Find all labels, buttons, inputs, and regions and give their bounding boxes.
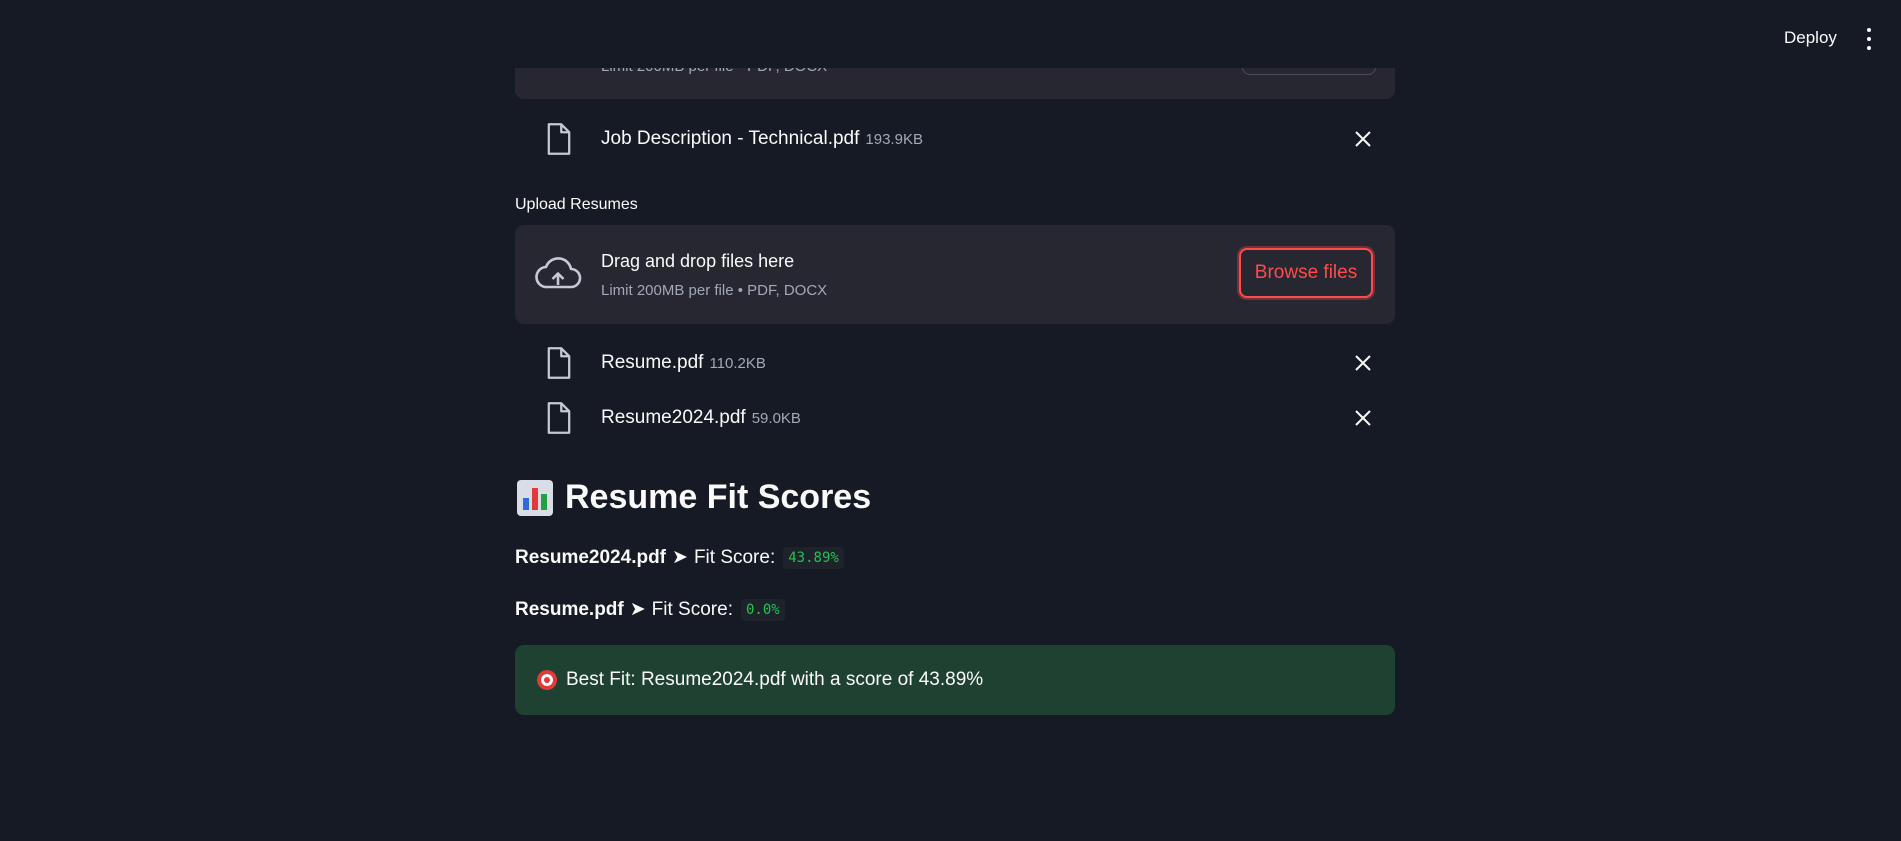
app-header: Deploy: [0, 0, 1901, 68]
score-line: Resume2024.pdf ➤ Fit Score: 43.89%: [515, 546, 844, 569]
score-line: Resume.pdf ➤ Fit Score: 0.0%: [515, 598, 785, 621]
arrow-icon: ➤: [672, 547, 688, 568]
best-fit-text: Best Fit: Resume2024.pdf with a score of…: [566, 669, 984, 690]
score-value: 43.89%: [783, 546, 844, 569]
results-heading: Resume Fit Scores: [517, 478, 871, 517]
score-label: Fit Score:: [693, 546, 776, 568]
dropzone-title: Drag and drop files here: [601, 251, 795, 271]
file-size: 110.2KB: [709, 355, 766, 372]
resume-name: Resume2024.pdf: [515, 546, 667, 568]
best-fit-alert: Best Fit: Resume2024.pdf with a score of…: [515, 645, 1395, 715]
file-icon: [547, 347, 571, 379]
close-icon[interactable]: [1353, 353, 1373, 373]
file-name: Job Description - Technical.pdf: [601, 128, 860, 149]
resume-dropzone[interactable]: Drag and drop files here Limit 200MB per…: [515, 225, 1395, 324]
file-size: 193.9KB: [865, 131, 923, 148]
file-name: Resume2024.pdf: [601, 407, 746, 428]
close-icon[interactable]: [1353, 408, 1373, 428]
close-icon[interactable]: [1353, 129, 1373, 149]
kebab-menu-icon[interactable]: [1862, 28, 1876, 50]
file-icon: [547, 402, 571, 434]
uploaded-file-row: Resume.pdf 110.2KB: [515, 343, 1395, 383]
bar-chart-icon: [517, 479, 553, 516]
arrow-icon: ➤: [629, 599, 646, 620]
dropzone-hint: Limit 200MB per file • PDF, DOCX: [601, 282, 828, 299]
cloud-upload-icon: [535, 257, 582, 289]
resume-name: Resume.pdf: [515, 598, 624, 620]
page-title: Resume Fit Scores: [565, 478, 872, 516]
uploaded-file-row: Job Description - Technical.pdf 193.9KB: [515, 119, 1395, 159]
score-label: Fit Score:: [651, 598, 733, 620]
deploy-button[interactable]: Deploy: [1784, 28, 1837, 48]
file-size: 59.0KB: [751, 410, 801, 427]
uploaded-file-row: Resume2024.pdf 59.0KB: [515, 398, 1395, 438]
target-icon: [537, 670, 557, 690]
browse-files-button[interactable]: Browse files: [1239, 248, 1373, 298]
file-name: Resume.pdf: [601, 352, 704, 373]
file-icon: [547, 123, 571, 155]
score-value: 0.0%: [740, 598, 785, 621]
upload-resumes-label: Upload Resumes: [515, 196, 638, 213]
